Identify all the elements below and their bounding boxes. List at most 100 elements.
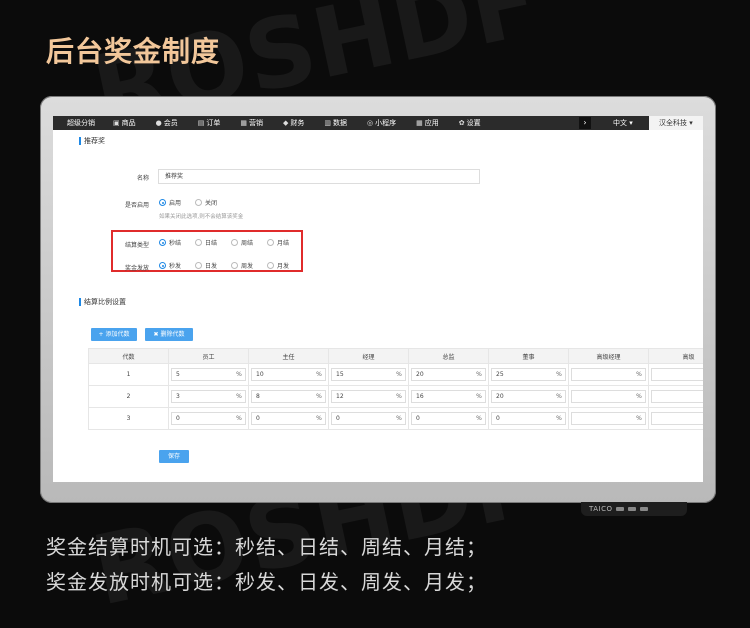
generation-cell: 2: [88, 385, 169, 408]
percent-unit: %: [476, 393, 482, 400]
ratio-input[interactable]: 20%: [411, 368, 486, 381]
percent-unit: %: [636, 371, 642, 378]
percent-unit: %: [476, 415, 482, 422]
ratio-input[interactable]: 0%: [331, 412, 406, 425]
nav-item-finance[interactable]: ◆ 财务: [273, 116, 314, 130]
add-generation-button[interactable]: + 添加代数: [91, 328, 137, 341]
nav-expand-button[interactable]: ›: [579, 117, 591, 129]
org-switcher[interactable]: 汉全科技 ▾: [649, 116, 703, 130]
radio-label: 日结: [205, 240, 218, 247]
ratio-input[interactable]: 8%: [251, 390, 326, 403]
nav-item-marketing[interactable]: ▦ 营销: [230, 116, 273, 130]
ratio-input[interactable]: %: [571, 390, 646, 403]
ratio-input[interactable]: 5%: [171, 368, 246, 381]
radio-enable-on[interactable]: 启用: [159, 198, 181, 207]
percent-unit: %: [236, 415, 242, 422]
ratio-input[interactable]: %: [571, 412, 646, 425]
ratio-input[interactable]: 20%: [491, 390, 566, 403]
ratio-input[interactable]: 15%: [331, 368, 406, 381]
table-header-row: 代数 员工 主任 经理 总监 董事 高级经理 高级: [88, 348, 703, 364]
ratio-value: 20: [496, 393, 504, 400]
radio-settle-month[interactable]: 月结: [267, 238, 289, 247]
ratio-cell: 0%: [408, 407, 489, 430]
ratio-cell: 25%: [488, 363, 569, 386]
radio-dot: [267, 239, 275, 246]
radio-payout-week[interactable]: 周发: [231, 261, 253, 270]
ratio-value: 5: [176, 371, 180, 378]
ratio-value: 15: [336, 371, 344, 378]
nav-item-miniprogram[interactable]: ◎ 小程序: [357, 116, 406, 130]
top-nav: 超级分销 ▣ 商品 ● 会员 ▤ 订单 ▦ 营销 ◆ 财务 ▥ 数据 ◎ 小程序…: [53, 116, 703, 130]
name-input[interactable]: 推荐奖: [158, 169, 480, 184]
ratio-value: 3: [176, 393, 180, 400]
save-button[interactable]: 保存: [159, 450, 189, 463]
radio-payout-day[interactable]: 日发: [195, 261, 217, 270]
ratio-cell: 0%: [248, 407, 329, 430]
ratio-input[interactable]: 10%: [251, 368, 326, 381]
percent-unit: %: [556, 393, 562, 400]
caption-settle: 奖金结算时机可选：秒结、日结、周结、月结；: [46, 535, 487, 559]
nav-item-orders[interactable]: ▤ 订单: [188, 116, 231, 130]
table-row: 30%0%0%0%0%%%: [88, 407, 703, 430]
ratio-input[interactable]: %: [651, 412, 703, 425]
ratio-input[interactable]: 0%: [171, 412, 246, 425]
section-marker: [79, 298, 81, 306]
col-header: 高级: [648, 348, 703, 364]
nav-item-data[interactable]: ▥ 数据: [314, 116, 357, 130]
nav-label: 应用: [424, 119, 439, 127]
radio-settle-day[interactable]: 日结: [195, 238, 217, 247]
radio-label: 周发: [241, 263, 254, 270]
radio-dot: [159, 262, 166, 269]
org-label: 汉全科技: [659, 119, 687, 127]
radio-dot: [231, 239, 239, 246]
nav-label: 营销: [248, 119, 263, 127]
nav-brand[interactable]: 超级分销: [53, 116, 103, 130]
ratio-input[interactable]: 12%: [331, 390, 406, 403]
radio-enable-off[interactable]: 关闭: [195, 198, 217, 207]
monitor-button[interactable]: [616, 507, 625, 511]
ratio-input[interactable]: %: [651, 368, 703, 381]
monitor-button[interactable]: [640, 507, 649, 511]
percent-unit: %: [316, 415, 322, 422]
ratio-input[interactable]: %: [571, 368, 646, 381]
ratio-input[interactable]: 0%: [251, 412, 326, 425]
package-icon: ▣: [113, 119, 120, 127]
ratio-value: 0: [496, 415, 500, 422]
language-select[interactable]: 中文 ▾: [613, 116, 633, 130]
radio-settle-week[interactable]: 周结: [231, 238, 253, 247]
delete-generation-button[interactable]: ✖ 删除代数: [145, 328, 193, 341]
monitor-button[interactable]: [628, 507, 637, 511]
ratio-cell: 5%: [168, 363, 249, 386]
monitor-control-strip: TAICO: [581, 502, 687, 516]
ratio-input[interactable]: 0%: [491, 412, 566, 425]
ratio-value: 16: [416, 393, 424, 400]
section-title-text: 推荐奖: [84, 137, 105, 145]
ratio-input[interactable]: 16%: [411, 390, 486, 403]
nav-item-goods[interactable]: ▣ 商品: [103, 116, 146, 130]
ratio-input[interactable]: 0%: [411, 412, 486, 425]
radio-label: 月发: [277, 263, 290, 270]
nav-item-members[interactable]: ● 会员: [146, 116, 188, 130]
ratio-cell: %: [648, 407, 703, 430]
ratio-cell: 8%: [248, 385, 329, 408]
ratio-input[interactable]: 25%: [491, 368, 566, 381]
enable-hint: 如果关闭此选项,则不会结算该奖金: [159, 214, 244, 220]
ratio-input[interactable]: 3%: [171, 390, 246, 403]
percent-unit: %: [396, 415, 402, 422]
percent-unit: %: [396, 371, 402, 378]
radio-payout-month[interactable]: 月发: [267, 261, 289, 270]
nav-label: 小程序: [375, 119, 397, 127]
enable-label: 是否启用: [124, 202, 149, 209]
ratio-cell: %: [648, 363, 703, 386]
radio-settle-second[interactable]: 秒结: [159, 238, 181, 247]
ratio-cell: 3%: [168, 385, 249, 408]
section-title-text: 结算比例设置: [84, 298, 126, 306]
nav-item-settings[interactable]: ✿ 设置: [449, 116, 491, 130]
percent-unit: %: [236, 393, 242, 400]
nav-item-apps[interactable]: ▦ 应用: [406, 116, 449, 130]
nav-label: 财务: [290, 119, 305, 127]
percent-unit: %: [476, 371, 482, 378]
ratio-input[interactable]: %: [651, 390, 703, 403]
generation-cell: 3: [88, 407, 169, 430]
radio-payout-second[interactable]: 秒发: [159, 261, 181, 270]
